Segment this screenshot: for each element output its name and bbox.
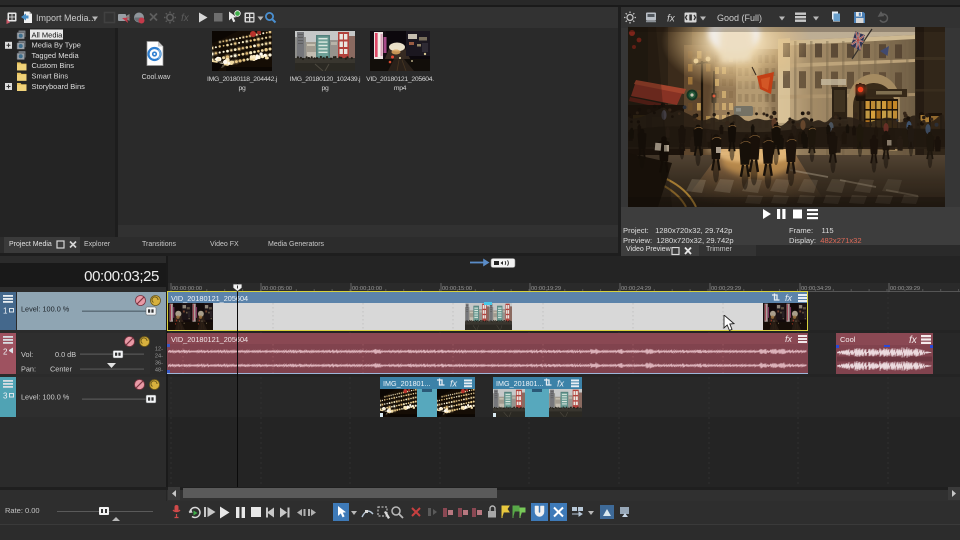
svg-text:Pan:: Pan:: [21, 365, 36, 374]
svg-text:3: 3: [3, 392, 8, 401]
svg-text:Custom Bins: Custom Bins: [32, 61, 75, 70]
svg-text:24-: 24-: [155, 354, 163, 360]
svg-text:Level: 100.0 %: Level: 100.0 %: [21, 305, 70, 314]
svg-text:Import Media...: Import Media...: [36, 13, 96, 23]
svg-text:fx: fx: [557, 379, 565, 389]
svg-text:12-: 12-: [155, 347, 163, 353]
svg-text:fx: fx: [785, 293, 793, 303]
svg-text:48-: 48-: [155, 368, 163, 374]
svg-text:Media By Type: Media By Type: [32, 41, 81, 50]
svg-text:fx: fx: [667, 14, 676, 25]
svg-text:Tagged Media: Tagged Media: [32, 51, 80, 60]
svg-text:fx: fx: [450, 379, 458, 389]
svg-text:fx: fx: [785, 334, 793, 344]
svg-text:2: 2: [3, 348, 8, 357]
svg-text:0.0 dB: 0.0 dB: [55, 350, 76, 359]
svg-text:Level: 100.0 %: Level: 100.0 %: [21, 393, 70, 402]
svg-text:Storyboard Bins: Storyboard Bins: [32, 82, 86, 91]
svg-text:Vol:: Vol:: [21, 350, 33, 359]
svg-text:fx: fx: [181, 13, 190, 24]
svg-text:Smart Bins: Smart Bins: [32, 72, 69, 81]
svg-text:All Media: All Media: [32, 30, 64, 39]
svg-text:1: 1: [3, 307, 8, 316]
svg-text:Good (Full): Good (Full): [717, 13, 762, 23]
svg-text:fx: fx: [909, 335, 918, 345]
svg-text:Center: Center: [50, 365, 72, 374]
svg-text:36-: 36-: [155, 361, 163, 367]
